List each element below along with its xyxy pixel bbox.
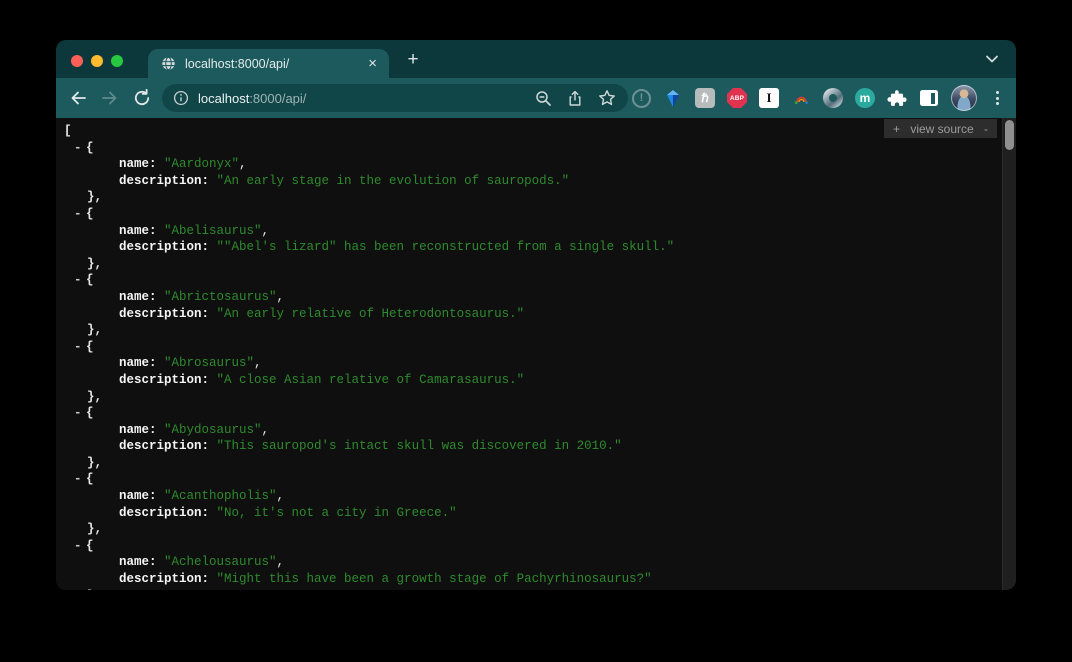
url-path: :8000/api/	[249, 91, 306, 106]
json-prop-description: description: "A close Asian relative of …	[56, 372, 1016, 389]
json-item-open: -{	[56, 405, 1016, 422]
json-prop-description: description: "No, it's not a city in Gre…	[56, 505, 1016, 522]
json-description-value: "An early relative of Heterodontosaurus.…	[217, 307, 525, 321]
extensions-puzzle-icon[interactable]	[887, 88, 907, 108]
tab-close-icon[interactable]: ×	[366, 56, 379, 71]
extension-m-icon[interactable]: m	[855, 88, 875, 108]
json-item-close: },	[56, 521, 1016, 538]
collapse-toggle-icon[interactable]: -	[74, 538, 86, 555]
url-bar[interactable]: localhost:8000/api/	[162, 84, 628, 112]
json-item-open: -{	[56, 339, 1016, 356]
json-array-open: [	[56, 123, 1016, 140]
json-prop-description: description: "Might this have been a gro…	[56, 571, 1016, 588]
json-prop-description: description: "An early relative of Heter…	[56, 306, 1016, 323]
json-description-value: "An early stage in the evolution of saur…	[217, 174, 570, 188]
reload-button[interactable]	[132, 88, 152, 108]
json-prop-description: description: ""Abel's lizard" has been r…	[56, 239, 1016, 256]
json-item-close: },	[56, 256, 1016, 273]
new-tab-button[interactable]: +	[400, 47, 426, 73]
extension-hbar-icon[interactable]: ℏ	[695, 88, 715, 108]
tab-title: localhost:8000/api/	[185, 57, 366, 71]
collapse-toggle-icon[interactable]: -	[74, 405, 86, 422]
side-panel-icon[interactable]	[919, 88, 939, 108]
json-description-value: "Might this have been a growth stage of …	[217, 572, 652, 586]
tab-bar: localhost:8000/api/ × +	[56, 40, 1016, 78]
json-description-value: "This sauropod's intact skull was discov…	[217, 439, 622, 453]
page-content: [ -{name: "Aardonyx",description: "An ea…	[56, 118, 1016, 590]
json-prop-name: name: "Achelousaurus",	[56, 554, 1016, 571]
scrollbar-thumb[interactable]	[1005, 120, 1014, 150]
site-info-icon[interactable]	[173, 90, 189, 106]
browser-toolbar: localhost:8000/api/	[56, 78, 1016, 118]
json-description-value: "No, it's not a city in Greece."	[217, 506, 457, 520]
collapse-toggle-icon[interactable]: -	[74, 339, 86, 356]
back-button[interactable]	[68, 88, 88, 108]
browser-tab[interactable]: localhost:8000/api/ ×	[148, 49, 389, 78]
collapse-toggle-icon[interactable]: -	[74, 140, 86, 157]
json-item-close: },	[56, 389, 1016, 406]
zoom-window-button[interactable]	[111, 55, 123, 67]
json-prop-name: name: "Aardonyx",	[56, 156, 1016, 173]
profile-avatar[interactable]	[951, 85, 977, 111]
collapse-all-button[interactable]: -	[984, 122, 988, 136]
extension-instapaper-icon[interactable]: I	[759, 88, 779, 108]
json-name-value: "Abydosaurus"	[164, 423, 262, 437]
json-prop-name: name: "Abrictosaurus",	[56, 289, 1016, 306]
json-prop-description: description: "An early stage in the evol…	[56, 173, 1016, 190]
url-host: localhost	[198, 91, 249, 106]
json-item-open: -{	[56, 272, 1016, 289]
menu-kebab-icon[interactable]	[989, 88, 1005, 108]
browser-window: localhost:8000/api/ × +	[56, 40, 1016, 590]
collapse-toggle-icon[interactable]: -	[74, 471, 86, 488]
json-name-value: "Achelousaurus"	[164, 555, 277, 569]
collapse-toggle-icon[interactable]: -	[74, 206, 86, 223]
json-lines: [ -{name: "Aardonyx",description: "An ea…	[56, 118, 1016, 590]
extension-gem-icon[interactable]	[663, 88, 683, 108]
json-name-value: "Abrosaurus"	[164, 356, 254, 370]
json-prop-name: name: "Abelisaurus",	[56, 223, 1016, 240]
json-item-open: -{	[56, 140, 1016, 157]
json-name-value: "Aardonyx"	[164, 157, 239, 171]
json-item-open: -{	[56, 471, 1016, 488]
globe-favicon-icon	[161, 56, 176, 71]
zoom-out-icon[interactable]	[535, 90, 552, 107]
json-prop-name: name: "Abydosaurus",	[56, 422, 1016, 439]
collapse-toggle-icon[interactable]: -	[74, 272, 86, 289]
extension-adblock-plus-icon[interactable]: ABP	[727, 88, 747, 108]
json-prop-name: name: "Abrosaurus",	[56, 355, 1016, 372]
json-item-open: -{	[56, 206, 1016, 223]
json-item-close: },	[56, 588, 1016, 590]
extensions-row: ! ℏ ABP I m	[632, 78, 1005, 118]
json-item-close: },	[56, 189, 1016, 206]
json-name-value: "Abrictosaurus"	[164, 290, 277, 304]
close-window-button[interactable]	[71, 55, 83, 67]
json-item-close: },	[56, 455, 1016, 472]
json-item-open: -{	[56, 538, 1016, 555]
json-description-value: ""Abel's lizard" has been reconstructed …	[217, 240, 675, 254]
json-description-value: "A close Asian relative of Camarasaurus.…	[217, 373, 525, 387]
url-text[interactable]: localhost:8000/api/	[198, 91, 535, 106]
json-item-close: },	[56, 322, 1016, 339]
chevron-down-icon[interactable]	[985, 53, 999, 65]
bookmark-star-icon[interactable]	[598, 89, 616, 107]
extension-rainbow-icon[interactable]	[791, 88, 811, 108]
window-controls	[71, 55, 123, 67]
json-viewer-toolbar: + view source -	[884, 119, 997, 138]
forward-button[interactable]	[100, 88, 120, 108]
json-prop-description: description: "This sauropod's intact sku…	[56, 438, 1016, 455]
expand-all-button[interactable]: +	[893, 122, 900, 136]
share-icon[interactable]	[567, 90, 583, 107]
minimize-window-button[interactable]	[91, 55, 103, 67]
extension-info-icon[interactable]: !	[632, 89, 651, 108]
extension-donut-icon[interactable]	[823, 88, 843, 108]
json-prop-name: name: "Acanthopholis",	[56, 488, 1016, 505]
scrollbar-track[interactable]	[1002, 118, 1016, 590]
json-name-value: "Abelisaurus"	[164, 224, 262, 238]
json-name-value: "Acanthopholis"	[164, 489, 277, 503]
view-source-button[interactable]: view source	[910, 122, 973, 136]
